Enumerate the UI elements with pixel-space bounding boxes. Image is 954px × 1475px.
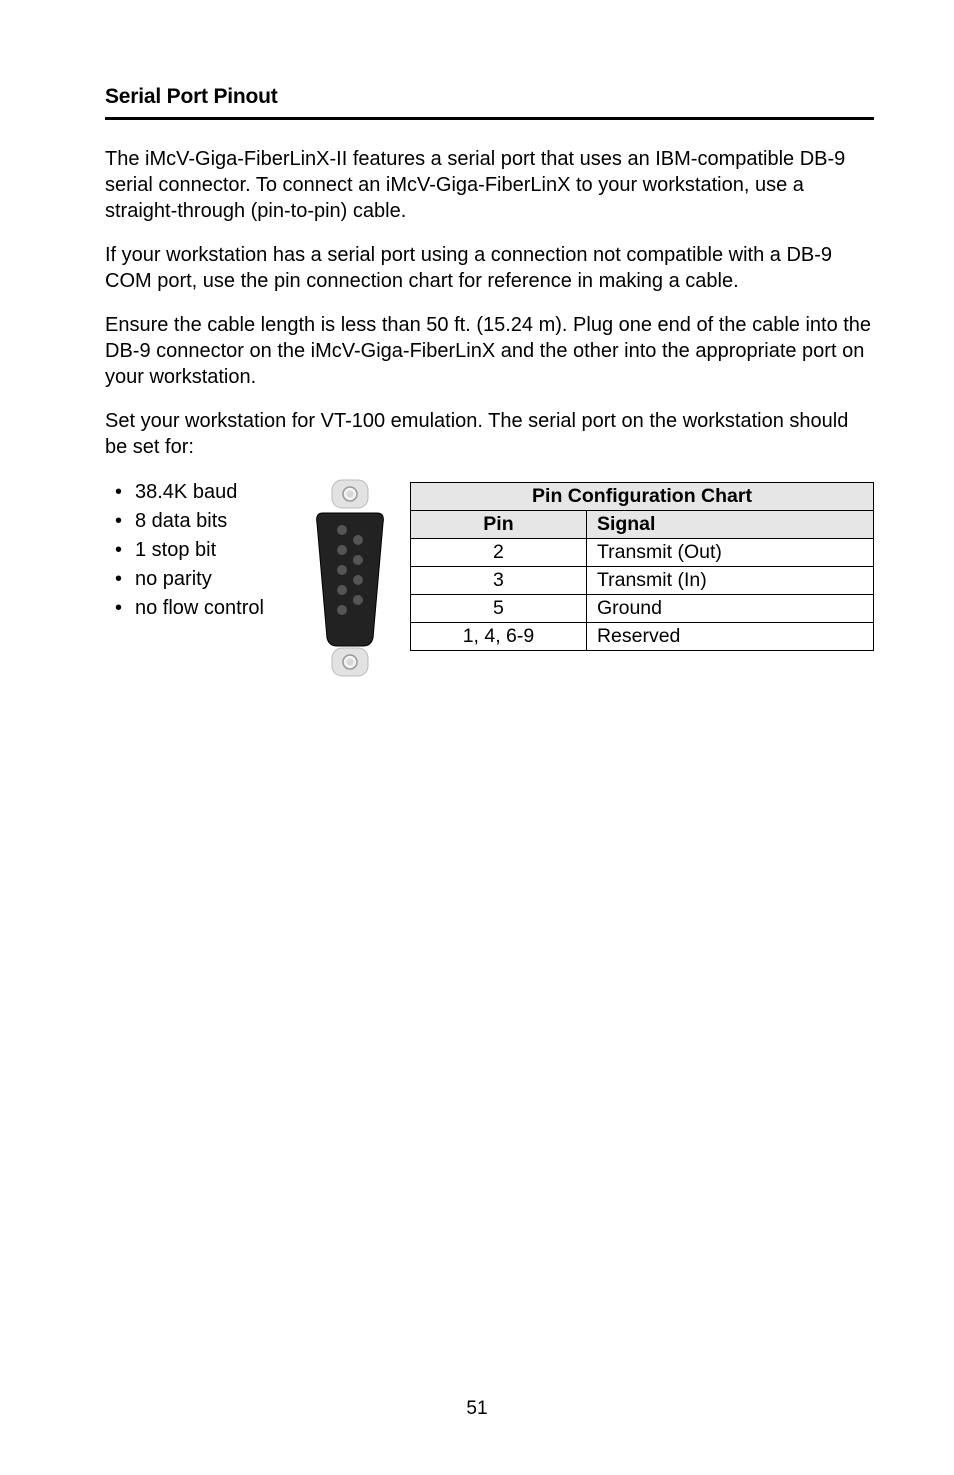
table-row: Pin Configuration Chart xyxy=(411,483,874,511)
paragraph-2: If your workstation has a serial port us… xyxy=(105,242,874,294)
bullet-section: 38.4K baud 8 data bits 1 stop bit no par… xyxy=(105,478,315,623)
table-row: Pin Signal xyxy=(411,511,874,539)
section-title: Serial Port Pinout xyxy=(105,85,874,109)
table-row: 5 Ground xyxy=(411,595,874,623)
settings-list: 38.4K baud 8 data bits 1 stop bit no par… xyxy=(105,478,315,623)
paragraph-1: The iMcV-Giga-FiberLinX-II features a se… xyxy=(105,146,874,224)
cell-pin: 2 xyxy=(411,539,587,567)
title-divider xyxy=(105,117,874,120)
page-number: 51 xyxy=(0,1398,954,1420)
cell-signal: Transmit (In) xyxy=(586,567,873,595)
column-signal: Signal xyxy=(586,511,873,539)
paragraph-3: Ensure the cable length is less than 50 … xyxy=(105,312,874,390)
table-row: 1, 4, 6-9 Reserved xyxy=(411,623,874,651)
bullet-baud: 38.4K baud xyxy=(135,478,315,507)
cell-signal: Ground xyxy=(586,595,873,623)
bullet-parity: no parity xyxy=(135,565,315,594)
column-pin: Pin xyxy=(411,511,587,539)
paragraph-4: Set your workstation for VT-100 emulatio… xyxy=(105,408,874,460)
cell-pin: 3 xyxy=(411,567,587,595)
table-row: 2 Transmit (Out) xyxy=(411,539,874,567)
cell-pin: 5 xyxy=(411,595,587,623)
cell-pin: 1, 4, 6-9 xyxy=(411,623,587,651)
content-row: 38.4K baud 8 data bits 1 stop bit no par… xyxy=(105,478,874,683)
cell-signal: Reserved xyxy=(586,623,873,651)
bullet-flowcontrol: no flow control xyxy=(135,594,315,623)
table-header: Pin Configuration Chart xyxy=(411,483,874,511)
bullet-databits: 8 data bits xyxy=(135,507,315,536)
db9-connector-image xyxy=(315,478,410,683)
db9-connector-icon xyxy=(315,478,385,678)
cell-signal: Transmit (Out) xyxy=(586,539,873,567)
table-row: 3 Transmit (In) xyxy=(411,567,874,595)
table-section: Pin Configuration Chart Pin Signal 2 Tra… xyxy=(410,478,874,651)
pin-configuration-table: Pin Configuration Chart Pin Signal 2 Tra… xyxy=(410,482,874,651)
bullet-stopbit: 1 stop bit xyxy=(135,536,315,565)
